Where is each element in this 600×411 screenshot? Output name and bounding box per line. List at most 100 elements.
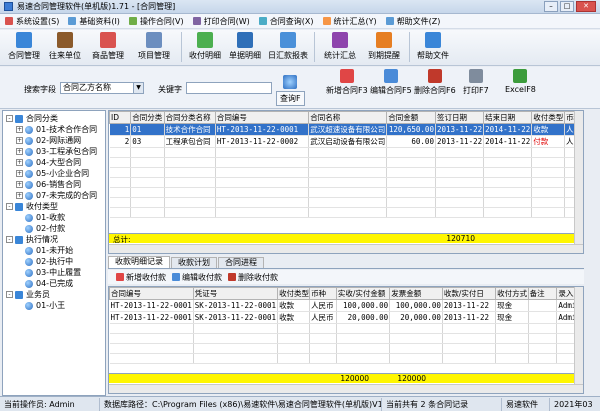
table-row[interactable]: HT-2013-11-22-0001 SK-2013-11-22-0001 收款 人民… (109, 299, 583, 312)
column-header[interactable]: 收付类型 (277, 287, 311, 300)
toolbar-button-6[interactable]: 日汇款报表 (265, 30, 311, 64)
column-header[interactable]: 备注 (527, 287, 558, 300)
print-button[interactable]: 打印F7 (463, 69, 489, 96)
toolbar-button-3[interactable]: 项目管理 (130, 30, 178, 64)
column-header[interactable]: 合同分类名称 (163, 111, 216, 124)
tab-2[interactable]: 合同进程 (218, 257, 264, 268)
menu-item-3[interactable]: 打印合同(W) (190, 16, 256, 27)
payment-action-2[interactable]: 删除收付款 (228, 272, 278, 283)
table-row[interactable]: 2 03 工程承包合同 HT-2013-11-22-0002 武汉启动设备有限公司 60.… (109, 135, 583, 148)
tree-node[interactable]: - 合同分类 (6, 113, 58, 124)
toolbar-button-4[interactable]: 收付明细 (185, 30, 225, 64)
tree-node[interactable]: +05-小企业合同 (16, 168, 89, 179)
tree-node[interactable]: 01-未开始 (16, 245, 73, 256)
tree-node[interactable]: 01-收款 (16, 212, 65, 223)
expand-icon[interactable]: + (16, 181, 23, 188)
tree-node[interactable]: - 业务员 (6, 289, 50, 300)
toolbar-button-2[interactable]: 商品管理 (86, 30, 130, 64)
menu-item-1[interactable]: 基础资料(I) (65, 16, 126, 27)
payment-grid[interactable]: 合同编号 凭证号 收付类型 币种 实收/实付金额 发票金额 收款/实付日 收付方式 备注 录入人 … (108, 286, 584, 394)
keyword-input[interactable] (186, 82, 272, 94)
excel-button[interactable]: ExcelF8 (505, 69, 536, 94)
payment-horizontal-scrollbar[interactable] (109, 384, 583, 393)
payment-action-1[interactable]: 编辑收付款 (172, 272, 222, 283)
column-header[interactable]: 币种 (309, 287, 337, 300)
query-button[interactable]: 查询F (276, 75, 305, 106)
table-row[interactable]: 1 01 技术合作合同 HT-2013-11-22-0001 武汉超速设备有限公司 120… (109, 123, 583, 136)
expand-icon[interactable]: + (16, 148, 23, 155)
column-header[interactable]: 合同编号 (109, 287, 194, 300)
delete-contract-button[interactable]: 删除合同F6 (414, 69, 456, 96)
tree-node[interactable]: 03-中止履置 (16, 267, 81, 278)
menu-item-0[interactable]: 系统设置(S) (2, 16, 65, 27)
column-header[interactable]: 凭证号 (192, 287, 279, 300)
tree-node[interactable]: +03-工程承包合同 (16, 146, 97, 157)
close-button[interactable]: ✕ (576, 1, 596, 12)
tree-node[interactable]: +04-大型合同 (16, 157, 81, 168)
expand-icon[interactable]: + (16, 192, 23, 199)
tree-node-label: 01-收款 (36, 213, 66, 222)
help-icon (425, 32, 441, 48)
search-field-select[interactable]: 合同乙方名称 ▼ (60, 82, 144, 94)
collapse-icon[interactable]: - (6, 115, 13, 122)
column-header[interactable]: 合同金额 (386, 111, 436, 124)
toolbar-button-1[interactable]: 往来单位 (44, 30, 86, 64)
tree-node[interactable]: +02-网际通网 (16, 135, 81, 146)
column-header[interactable]: 合同编号 (214, 111, 310, 124)
chevron-down-icon[interactable]: ▼ (133, 83, 143, 93)
collapse-icon[interactable]: - (6, 291, 13, 298)
contract-grid[interactable]: ID合同分类合同分类名称合同编号合同名称合同金额签订日期结束日期收付类型币种 1… (108, 110, 584, 254)
column-header[interactable]: 合同名称 (308, 111, 388, 124)
tree-node[interactable]: - 执行情况 (6, 234, 58, 245)
column-header[interactable]: ID (109, 111, 132, 124)
column-header[interactable]: 收付类型 (531, 111, 565, 124)
expand-icon[interactable]: + (16, 170, 23, 177)
column-header[interactable]: 结束日期 (483, 111, 533, 124)
tab-0[interactable]: 收款明细记录 (108, 256, 170, 268)
column-header[interactable]: 签订日期 (434, 111, 485, 124)
empty-cell (109, 147, 132, 158)
collapse-icon[interactable]: - (6, 203, 13, 210)
tree-node[interactable]: +01-技术合作合同 (16, 124, 97, 135)
tree-node[interactable]: 04-已完成 (16, 278, 73, 289)
expand-icon[interactable]: + (16, 126, 23, 133)
tree-node[interactable]: 02-付款 (16, 223, 65, 234)
column-header[interactable]: 合同分类 (130, 111, 165, 124)
table-row[interactable]: HT-2013-11-22-0001 SK-2013-11-22-0001 收款 人民… (109, 311, 583, 324)
menu-item-5[interactable]: 统计汇总(Y) (320, 16, 383, 27)
column-header[interactable]: 收款/实付日 (441, 287, 497, 300)
toolbar-button-7[interactable]: 统计汇总 (318, 30, 362, 64)
column-header[interactable]: 实收/实付金额 (335, 287, 391, 300)
maximize-button[interactable]: □ (560, 1, 574, 12)
tree-node[interactable]: - 收付类型 (6, 201, 58, 212)
payment-action-0[interactable]: 新增收付款 (116, 272, 166, 283)
toolbar-button-9[interactable]: 帮助文件 (413, 30, 453, 64)
collapse-icon[interactable]: - (6, 236, 13, 243)
empty-cell (215, 177, 310, 188)
payment-vertical-scrollbar[interactable] (574, 287, 583, 384)
contract-table: ID合同分类合同分类名称合同编号合同名称合同金额签订日期结束日期收付类型币种 1… (109, 111, 583, 218)
tree-node[interactable]: +07-未完成的合同 (16, 190, 97, 201)
tree-node[interactable]: 02-执行中 (16, 256, 73, 267)
toolbar-button-8[interactable]: 到期提醒 (362, 30, 406, 64)
minimize-button[interactable]: – (544, 1, 558, 12)
menu-item-4[interactable]: 合同查询(X) (256, 16, 320, 27)
table-cell: 2 (109, 135, 132, 148)
menu-item-6[interactable]: 帮助文件(Z) (383, 16, 447, 27)
column-header[interactable]: 发票金额 (389, 287, 443, 300)
contract-vertical-scrollbar[interactable] (574, 111, 583, 244)
new-contract-button[interactable]: 新增合同F3 (326, 69, 368, 96)
contract-horizontal-scrollbar[interactable] (109, 244, 583, 253)
menu-item-2[interactable]: 操作合同(V) (126, 16, 190, 27)
column-header[interactable]: 收付方式 (495, 287, 529, 300)
tree-node[interactable]: 01-小王 (16, 300, 65, 311)
tree-node[interactable]: +06-销售合同 (16, 179, 81, 190)
expand-icon[interactable]: + (16, 159, 23, 166)
tab-1[interactable]: 收款计划 (171, 257, 217, 268)
expand-icon[interactable]: + (16, 137, 23, 144)
toolbar-button-5[interactable]: 单据明细 (225, 30, 265, 64)
category-tree[interactable]: - 合同分类 +01-技术合作合同 +02-网际通网 +03-工程承包合同 +04-大型合… (2, 110, 106, 396)
edit-contract-button[interactable]: 编辑合同F5 (370, 69, 412, 96)
toolbar-button-0[interactable]: 合同管理 (4, 30, 44, 64)
empty-cell (277, 333, 311, 344)
